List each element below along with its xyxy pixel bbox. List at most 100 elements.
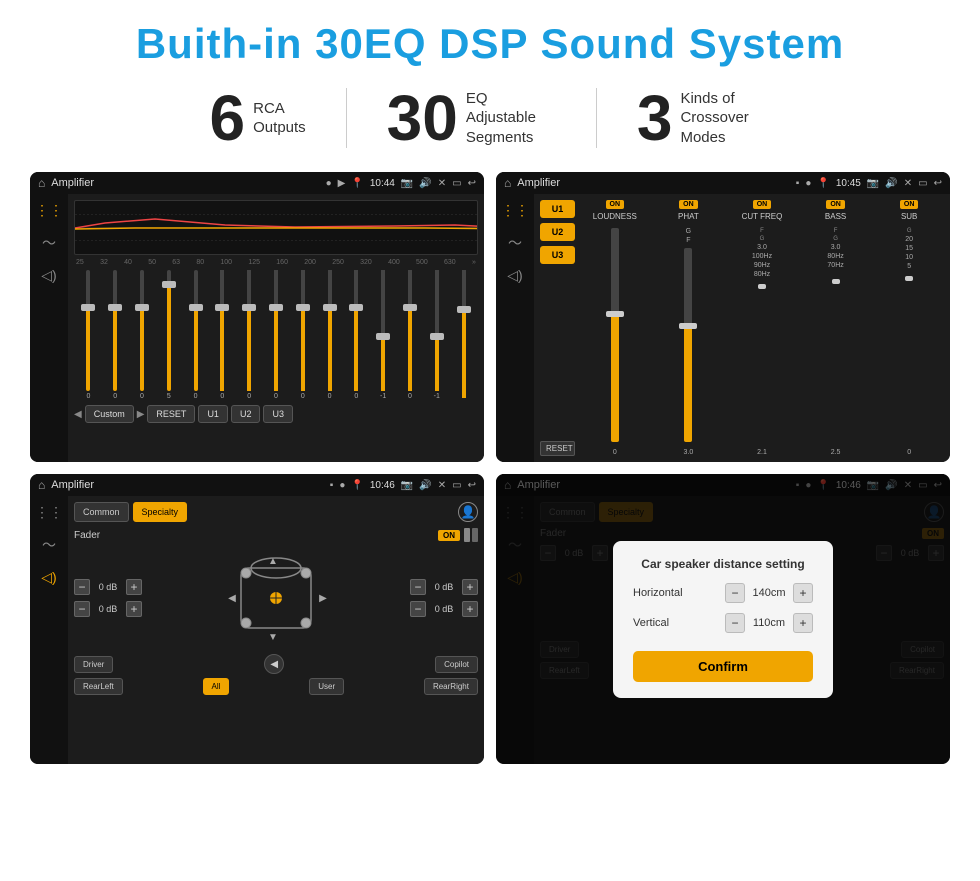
arrow-left-btn[interactable]: ◀: [264, 654, 284, 674]
db-minus-right-top[interactable]: −: [410, 579, 426, 595]
x-icon-3[interactable]: ✕: [438, 480, 446, 491]
vertical-minus-btn[interactable]: −: [725, 613, 745, 633]
db-minus-left-top[interactable]: −: [74, 579, 90, 595]
screen-eq: ⌂ Amplifier ● ▶ 📍 10:44 📷 🔊 ✕ ▭ ↩ ⋮⋮ 〜 ◁…: [30, 172, 484, 462]
svg-text:▲: ▲: [268, 556, 278, 567]
eq-slider-9[interactable]: 0: [317, 270, 342, 400]
phat-value: 3.0: [684, 449, 694, 456]
eq-u2-btn[interactable]: U2: [231, 405, 261, 423]
wave-icon-3[interactable]: 〜: [42, 535, 56, 555]
home-icon-1[interactable]: ⌂: [38, 176, 45, 190]
preset-u3[interactable]: U3: [540, 246, 575, 264]
eq-slider-14[interactable]: [451, 270, 476, 400]
back-icon-3[interactable]: ↩: [468, 480, 476, 491]
wave-icon-1[interactable]: 〜: [42, 233, 56, 253]
camera-icon-3: 📷: [401, 480, 413, 491]
eq-icon-3[interactable]: ⋮⋮: [35, 504, 63, 521]
phat-on-badge[interactable]: ON: [679, 200, 698, 209]
profile-icon-3[interactable]: 👤: [458, 502, 478, 522]
freq-32: 32: [100, 259, 108, 266]
all-btn[interactable]: All: [203, 678, 230, 695]
record-icon-3: ▪: [330, 480, 334, 491]
speaker-icon-3[interactable]: ◁): [41, 569, 56, 586]
horizontal-plus-btn[interactable]: +: [793, 583, 813, 603]
eq-icon-1[interactable]: ⋮⋮: [35, 202, 63, 219]
cutfreq-on-badge[interactable]: ON: [753, 200, 772, 209]
vertical-plus-btn[interactable]: +: [793, 613, 813, 633]
dialog-overlay: Car speaker distance setting Horizontal …: [496, 474, 950, 764]
eq-u1-btn[interactable]: U1: [198, 405, 228, 423]
record-icon-2: ▪: [796, 178, 800, 189]
crossover-reset-btn[interactable]: RESET: [540, 441, 575, 456]
eq-slider-11[interactable]: -1: [371, 270, 396, 400]
back-icon-2[interactable]: ↩: [934, 178, 942, 189]
stat-eq-number: 30: [387, 86, 458, 150]
eq-slider-10[interactable]: 0: [344, 270, 369, 400]
next-arrow[interactable]: ▶: [137, 409, 145, 420]
eq-reset-btn[interactable]: RESET: [147, 405, 195, 423]
camera-icon-2: 📷: [867, 178, 879, 189]
eq-slider-1[interactable]: 0: [103, 270, 128, 400]
eq-slider-2[interactable]: 0: [130, 270, 155, 400]
eq-slider-6[interactable]: 0: [237, 270, 262, 400]
preset-u1[interactable]: U1: [540, 200, 575, 218]
driver-btn[interactable]: Driver: [74, 656, 113, 673]
eq-val-12: 0: [408, 393, 412, 400]
speaker-icon-2[interactable]: ◁): [507, 267, 522, 284]
location-icon-1: 📍: [351, 178, 363, 189]
horizontal-minus-btn[interactable]: −: [725, 583, 745, 603]
sub-on-badge[interactable]: ON: [900, 200, 919, 209]
db-minus-right-bot[interactable]: −: [410, 601, 426, 617]
vertical-label: Vertical: [633, 617, 669, 629]
location-icon-2: 📍: [817, 178, 829, 189]
loudness-on-badge[interactable]: ON: [606, 200, 625, 209]
page-title: Buith-in 30EQ DSP Sound System: [30, 20, 950, 68]
freq-80: 80: [196, 259, 204, 266]
window-icon-1: ▭: [452, 178, 461, 189]
confirm-button[interactable]: Confirm: [633, 651, 813, 682]
horizontal-label: Horizontal: [633, 587, 683, 599]
preset-u2[interactable]: U2: [540, 223, 575, 241]
speaker-icon-1[interactable]: ◁): [41, 267, 56, 284]
user-btn[interactable]: User: [309, 678, 344, 695]
eq-slider-0[interactable]: 0: [76, 270, 101, 400]
eq-slider-7[interactable]: 0: [264, 270, 289, 400]
db-plus-right-bot[interactable]: +: [462, 601, 478, 617]
db-plus-left-top[interactable]: +: [126, 579, 142, 595]
x-icon-1[interactable]: ✕: [438, 178, 446, 189]
eq-slider-3[interactable]: 5: [156, 270, 181, 400]
fader-on-badge[interactable]: ON: [438, 530, 460, 541]
eq-val-11: -1: [380, 393, 386, 400]
db-minus-left-bot[interactable]: −: [74, 601, 90, 617]
home-icon-2[interactable]: ⌂: [504, 176, 511, 190]
tab-common[interactable]: Common: [74, 502, 129, 522]
bass-on-badge[interactable]: ON: [826, 200, 845, 209]
page-wrapper: Buith-in 30EQ DSP Sound System 6 RCAOutp…: [0, 0, 980, 784]
eq-icon-2[interactable]: ⋮⋮: [501, 202, 529, 219]
freq-320: 320: [360, 259, 372, 266]
eq-u3-btn[interactable]: U3: [263, 405, 293, 423]
eq-slider-8[interactable]: 0: [290, 270, 315, 400]
eq-val-13: -1: [434, 393, 440, 400]
eq-slider-4[interactable]: 0: [183, 270, 208, 400]
eq-slider-12[interactable]: 0: [398, 270, 423, 400]
eq-val-6: 0: [247, 393, 251, 400]
rear-right-btn[interactable]: RearRight: [424, 678, 478, 695]
back-icon-1[interactable]: ↩: [468, 178, 476, 189]
wave-icon-2[interactable]: 〜: [508, 233, 522, 253]
rear-left-btn[interactable]: RearLeft: [74, 678, 123, 695]
freq-25: 25: [76, 259, 84, 266]
sub-value: 0: [907, 449, 911, 456]
eq-slider-5[interactable]: 0: [210, 270, 235, 400]
prev-arrow[interactable]: ◀: [74, 409, 82, 420]
freq-40: 40: [124, 259, 132, 266]
db-plus-left-bot[interactable]: +: [126, 601, 142, 617]
copilot-btn[interactable]: Copilot: [435, 656, 478, 673]
x-icon-2[interactable]: ✕: [904, 178, 912, 189]
tab-specialty[interactable]: Specialty: [133, 502, 188, 522]
home-icon-3[interactable]: ⌂: [38, 478, 45, 492]
eq-slider-13[interactable]: -1: [424, 270, 449, 400]
window-icon-2: ▭: [918, 178, 927, 189]
db-plus-right-top[interactable]: +: [462, 579, 478, 595]
screen-title-1: Amplifier: [51, 177, 319, 189]
